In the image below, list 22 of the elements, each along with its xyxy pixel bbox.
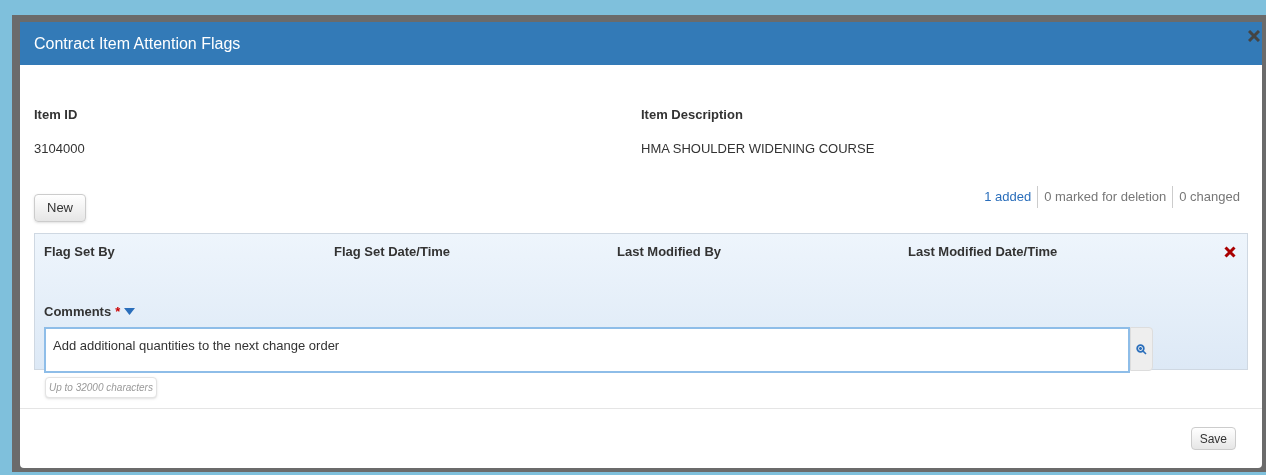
- column-header: Flag Set By: [44, 243, 116, 261]
- caret-icon[interactable]: [124, 307, 136, 315]
- column-header: Flag Set Date/Time: [334, 243, 452, 261]
- delete-icon[interactable]: [1224, 245, 1236, 258]
- field-label: Item ID: [34, 106, 79, 124]
- required-mark: *: [115, 302, 121, 321]
- zoom-button[interactable]: [1130, 327, 1153, 371]
- zoom-in-icon: [1136, 343, 1147, 355]
- column-header: Last Modified Date/Time: [908, 243, 1059, 261]
- count-text: 0 changed: [1172, 186, 1246, 208]
- column-header: Last Modified By: [617, 243, 722, 261]
- dialog-title: Contract Item Attention Flags: [34, 33, 241, 54]
- comments-field[interactable]: Add additional quantities to the next change order: [44, 327, 1130, 373]
- count-text[interactable]: 1 added: [978, 186, 1038, 208]
- field-value: HMA SHOULDER WIDENING COURSE: [641, 139, 876, 158]
- save-button[interactable]: Save: [1190, 427, 1236, 450]
- field-label: Item Description: [641, 106, 744, 124]
- field-value: 3104000: [34, 139, 86, 158]
- hint-tooltip: Up to 32000 characters: [45, 377, 157, 398]
- count-text: 0 marked for deletion: [1037, 186, 1173, 208]
- new-button[interactable]: New: [34, 194, 86, 222]
- comments-label: Comments: [44, 302, 112, 321]
